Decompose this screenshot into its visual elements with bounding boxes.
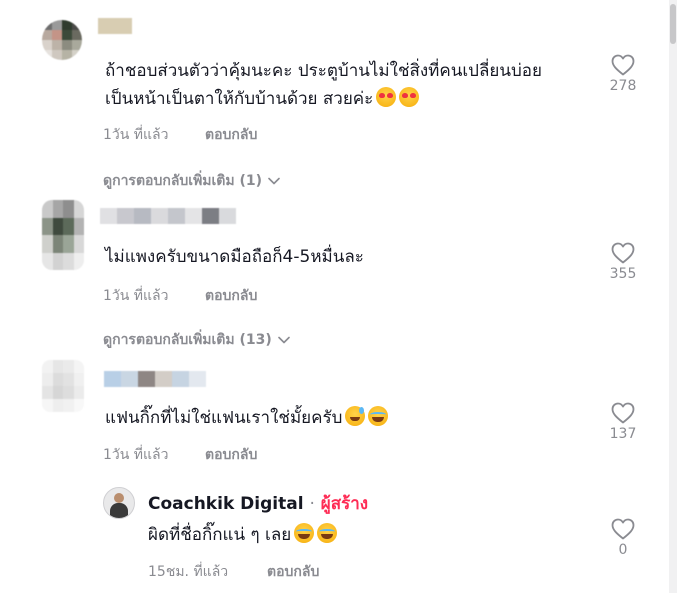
comment-line: เป็นหน้าเป็นตาให้กับบ้านด้วย สวยค่ะ bbox=[105, 89, 374, 109]
comment-text: ไม่แพงครับขนาดมือถือก็4-5หมื่นละ bbox=[105, 244, 364, 270]
separator-dot: · bbox=[309, 494, 315, 514]
like-button[interactable]: 137 bbox=[603, 402, 643, 442]
like-button[interactable]: 278 bbox=[603, 54, 643, 94]
comments-panel: ถ้าชอบส่วนตัวว่าคุ้มนะคะ ประตูบ้านไม่ใช่… bbox=[0, 0, 677, 593]
comment-timestamp: 1วัน ที่แล้ว bbox=[103, 127, 169, 143]
view-more-label: ดูการตอบกลับเพิ่มเติม (1) bbox=[103, 173, 263, 189]
heart-eyes-emoji-icon bbox=[376, 87, 397, 107]
grinning-sweat-emoji-icon bbox=[345, 406, 366, 426]
view-more-label: ดูการตอบกลับเพิ่มเติม (13) bbox=[103, 332, 272, 348]
reply-button[interactable]: ตอบกลับ bbox=[205, 285, 257, 307]
reply-line: ผิดที่ชื่อกิ๊กแน่ ๆ เลย bbox=[148, 525, 292, 545]
avatar[interactable] bbox=[42, 360, 84, 412]
avatar[interactable] bbox=[42, 20, 82, 60]
comment-text: เป็นหน้าเป็นตาให้กับบ้านด้วย สวยค่ะ bbox=[105, 86, 420, 112]
username-redacted[interactable] bbox=[98, 18, 132, 34]
comment-timestamp: 1วัน ที่แล้ว bbox=[103, 288, 169, 304]
avatar[interactable] bbox=[42, 200, 84, 270]
heart-outline-icon bbox=[611, 242, 635, 264]
heart-eyes-emoji-icon bbox=[399, 87, 420, 107]
tears-of-joy-emoji-icon bbox=[368, 406, 389, 426]
reply-button[interactable]: ตอบกลับ bbox=[205, 444, 257, 466]
username-redacted[interactable] bbox=[104, 371, 206, 387]
reply-text: ผิดที่ชื่อกิ๊กแน่ ๆ เลย bbox=[148, 522, 338, 548]
like-count: 137 bbox=[609, 426, 637, 442]
like-count: 278 bbox=[609, 78, 637, 94]
heart-outline-icon bbox=[611, 402, 635, 424]
heart-outline-icon bbox=[611, 54, 635, 76]
scrollbar[interactable] bbox=[669, 0, 677, 593]
comment-line: แฟนกิ๊กที่ไม่ใช่แฟนเราใช่มั้ยครับ bbox=[105, 408, 343, 428]
tears-of-joy-emoji-icon bbox=[317, 523, 338, 543]
reply-button[interactable]: ตอบกลับ bbox=[205, 124, 257, 146]
like-count: 0 bbox=[618, 542, 628, 558]
heart-outline-icon bbox=[611, 518, 635, 540]
creator-badge: ผู้สร้าง bbox=[320, 494, 369, 514]
reply-timestamp: 15ชม. ที่แล้ว bbox=[148, 564, 229, 580]
comment-line: ไม่แพงครับขนาดมือถือก็4-5หมื่นละ bbox=[105, 247, 364, 267]
reply-author-line: Coachkik Digital · ผู้สร้าง bbox=[148, 490, 368, 517]
chevron-down-icon bbox=[268, 177, 280, 185]
reply-button[interactable]: ตอบกลับ bbox=[267, 561, 319, 583]
reply-author-name[interactable]: Coachkik Digital bbox=[148, 494, 304, 514]
view-more-replies[interactable]: ดูการตอบกลับเพิ่มเติม (1) bbox=[103, 170, 280, 192]
comment-text: แฟนกิ๊กที่ไม่ใช่แฟนเราใช่มั้ยครับ bbox=[105, 405, 389, 431]
comment-line: ถ้าชอบส่วนตัวว่าคุ้มนะคะ ประตูบ้านไม่ใช่… bbox=[105, 61, 542, 81]
like-button[interactable]: 355 bbox=[603, 242, 643, 282]
scrollbar-thumb[interactable] bbox=[670, 4, 676, 44]
tears-of-joy-emoji-icon bbox=[294, 523, 315, 543]
like-button[interactable]: 0 bbox=[603, 518, 643, 558]
comment-text: ถ้าชอบส่วนตัวว่าคุ้มนะคะ ประตูบ้านไม่ใช่… bbox=[105, 58, 542, 84]
creator-avatar[interactable] bbox=[103, 487, 135, 519]
username-redacted[interactable] bbox=[100, 208, 236, 224]
comment-timestamp: 1วัน ที่แล้ว bbox=[103, 447, 169, 463]
like-count: 355 bbox=[609, 266, 637, 282]
chevron-down-icon bbox=[277, 336, 290, 344]
view-more-replies[interactable]: ดูการตอบกลับเพิ่มเติม (13) bbox=[103, 329, 290, 351]
